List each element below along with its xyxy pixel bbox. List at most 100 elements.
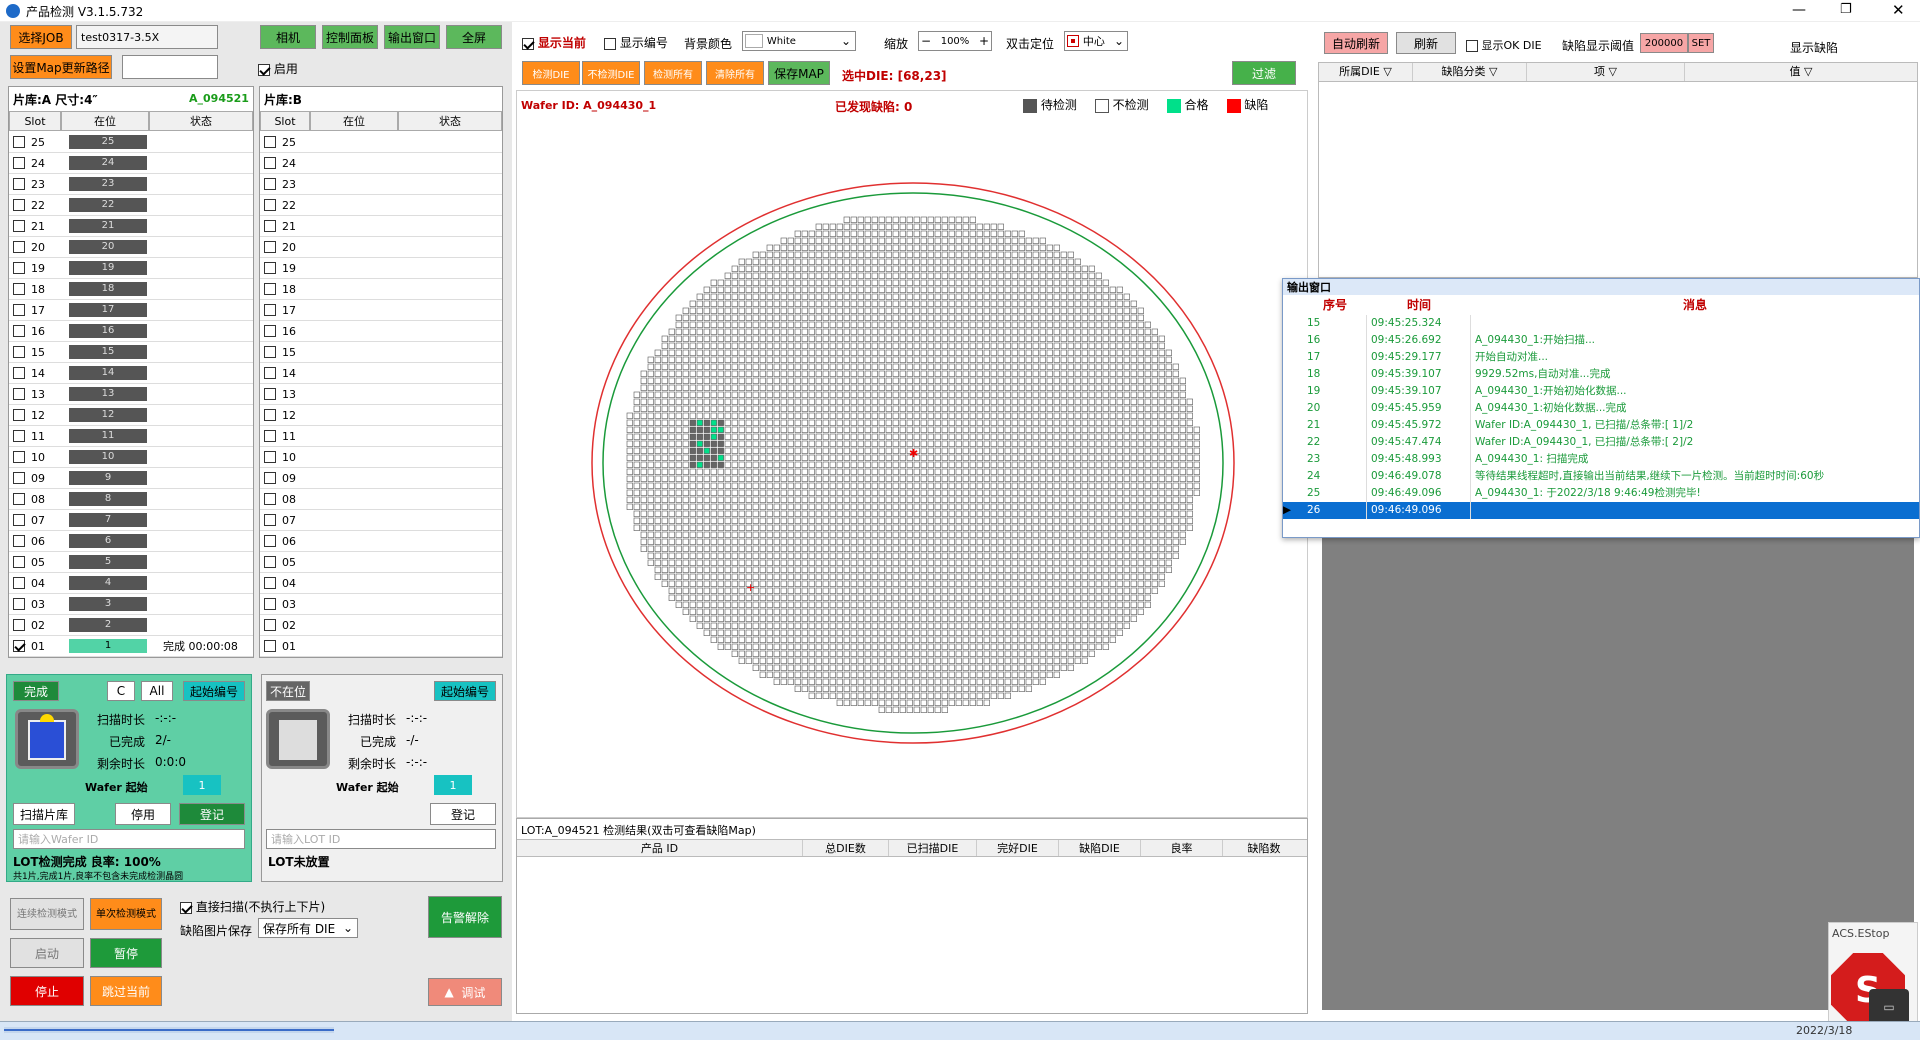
slot-row[interactable]: 11 [260,426,502,447]
log-row[interactable]: ▶ 26 09:46:49.096 [1283,502,1919,519]
slot-row[interactable]: 12 [260,405,502,426]
slot-checkbox[interactable] [13,136,25,148]
slot-row[interactable]: 22 [260,195,502,216]
slot-checkbox[interactable] [264,514,276,526]
show-ok-checkbox[interactable]: 显示OK DIE [1466,37,1542,53]
slot-checkbox[interactable] [264,493,276,505]
map-path-field[interactable] [122,55,218,79]
wafer-start-value-b[interactable]: 1 [434,775,472,795]
save-map-button[interactable]: 保存MAP [768,61,830,85]
log-row[interactable]: 21 09:45:45.972 Wafer ID:A_094430_1, 已扫描… [1283,417,1919,434]
slot-row[interactable]: 13 13 [9,384,253,405]
slot-checkbox[interactable] [13,241,25,253]
slot-row[interactable]: 23 23 [9,174,253,195]
slot-row[interactable]: 13 [260,384,502,405]
debug-button[interactable]: ▲ 调试 [428,978,502,1006]
slot-row[interactable]: 08 [260,489,502,510]
slot-row[interactable]: 17 17 [9,300,253,321]
slot-checkbox[interactable] [13,556,25,568]
slot-row[interactable]: 16 16 [9,321,253,342]
slot-row[interactable]: 03 3 [9,594,253,615]
zoom-stepper[interactable]: −100% + [918,31,992,51]
log-row[interactable]: 20 09:45:45.959 A_094430_1:初始化数据...完成 [1283,400,1919,417]
slot-checkbox[interactable] [13,304,25,316]
register-button-a[interactable]: 登记 [179,803,245,825]
slot-checkbox[interactable] [13,199,25,211]
skip-current-button[interactable]: 跳过当前 [90,976,162,1006]
slot-row[interactable]: 25 [260,132,502,153]
refresh-button[interactable]: 刷新 [1396,32,1456,54]
register-button-b[interactable]: 登记 [430,803,496,825]
start-button[interactable]: 启动 [10,938,84,968]
slot-checkbox[interactable] [13,367,25,379]
slot-checkbox[interactable] [13,451,25,463]
slot-row[interactable]: 06 6 [9,531,253,552]
slot-row[interactable]: 10 [260,447,502,468]
slot-row[interactable]: 05 5 [9,552,253,573]
slot-checkbox[interactable] [13,346,25,358]
slot-checkbox[interactable] [264,136,276,148]
slot-checkbox[interactable] [264,325,276,337]
slot-row[interactable]: 07 [260,510,502,531]
slot-checkbox[interactable] [13,178,25,190]
slot-row[interactable]: 01 [260,636,502,657]
inspect-all-button[interactable]: 检测所有 [644,61,702,85]
camera-button[interactable]: 相机 [260,25,316,49]
slot-row[interactable]: 24 [260,153,502,174]
slot-checkbox[interactable] [264,430,276,442]
slot-checkbox[interactable] [13,157,25,169]
log-row[interactable]: 19 09:45:39.107 A_094430_1:开始初始化数据... [1283,383,1919,400]
control-panel-button[interactable]: 控制面板 [322,25,378,49]
show-current-checkbox[interactable]: 显示当前 [522,34,586,51]
slot-row[interactable]: 07 7 [9,510,253,531]
slot-checkbox[interactable] [264,346,276,358]
slot-row[interactable]: 10 10 [9,447,253,468]
single-mode-button[interactable]: 单次检测模式 [90,898,162,930]
direct-scan-checkbox[interactable]: 直接扫描(不执行上下片) [180,898,325,915]
slot-row[interactable]: 21 [260,216,502,237]
all-button[interactable]: All [141,681,173,701]
slot-checkbox[interactable] [264,598,276,610]
stop-button[interactable]: 停止 [10,976,84,1006]
slot-checkbox[interactable] [13,325,25,337]
slot-row[interactable]: 04 4 [9,573,253,594]
continuous-mode-button[interactable]: 连续检测模式 [10,898,84,930]
output-window-button[interactable]: 输出窗口 [384,25,440,49]
wafer-start-value[interactable]: 1 [183,775,221,795]
slot-checkbox[interactable] [264,283,276,295]
slot-row[interactable]: 09 [260,468,502,489]
slot-row[interactable]: 23 [260,174,502,195]
log-row[interactable]: 18 09:45:39.107 9929.52ms,自动对准...完成 [1283,366,1919,383]
slot-checkbox[interactable] [264,619,276,631]
slot-checkbox[interactable] [13,619,25,631]
slot-row[interactable]: 15 15 [9,342,253,363]
slot-checkbox[interactable] [13,535,25,547]
start-number-button[interactable]: 起始编号 [183,681,245,701]
slot-row[interactable]: 15 [260,342,502,363]
slot-row[interactable]: 03 [260,594,502,615]
slot-row[interactable]: 12 12 [9,405,253,426]
dblclick-select[interactable]: 中心 ⌄ [1064,31,1128,51]
slot-row[interactable]: 14 14 [9,363,253,384]
minus-icon[interactable]: − [921,34,931,48]
slot-checkbox[interactable] [264,220,276,232]
maximize-icon[interactable]: ❐ [1840,2,1852,17]
slot-checkbox[interactable] [13,220,25,232]
slot-row[interactable]: 18 18 [9,279,253,300]
log-row[interactable]: 22 09:45:47.474 Wafer ID:A_094430_1, 已扫描… [1283,434,1919,451]
scan-lib-button[interactable]: 扫描片库 [13,803,75,825]
slot-checkbox[interactable] [264,409,276,421]
slot-checkbox[interactable] [13,640,25,652]
select-job-button[interactable]: 选择JOB [10,25,72,49]
slot-checkbox[interactable] [264,577,276,589]
log-row[interactable]: 24 09:46:49.078 等待结果线程超时,直接输出当前结果,继续下一片检… [1283,468,1919,485]
slot-row[interactable]: 14 [260,363,502,384]
log-row[interactable]: 23 09:45:48.993 A_094430_1: 扫描完成 [1283,451,1919,468]
slot-checkbox[interactable] [13,409,25,421]
slot-checkbox[interactable] [264,556,276,568]
log-row[interactable]: 25 09:46:49.096 A_094430_1: 于2022/3/18 9… [1283,485,1919,502]
plus-icon[interactable]: + [979,34,989,48]
wafer-id-input[interactable]: 请输入Wafer ID [13,829,245,849]
inspect-die-button[interactable]: 检测DIE [522,61,580,85]
slot-checkbox[interactable] [13,598,25,610]
